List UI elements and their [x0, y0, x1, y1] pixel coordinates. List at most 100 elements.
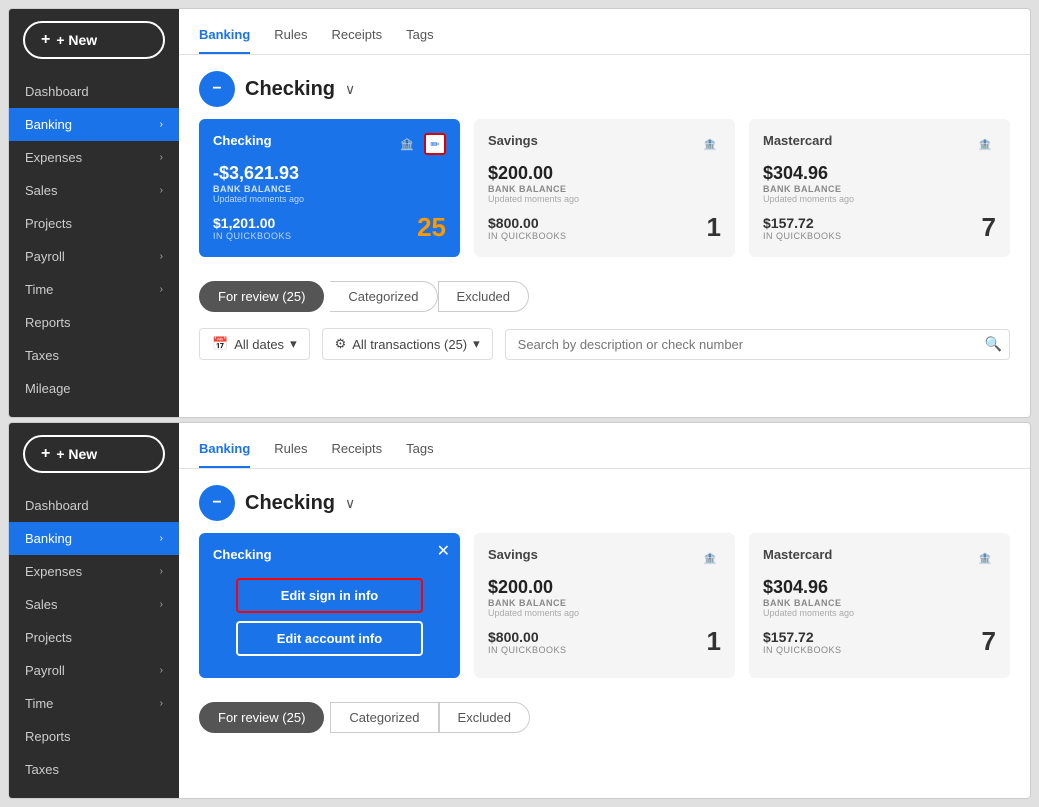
card-savings-iq-label: IN QUICKBOOKS — [488, 231, 567, 241]
card2-savings-count: 1 — [707, 626, 721, 657]
account-chevron-icon[interactable]: ∨ — [345, 81, 355, 98]
bank-icon-btn[interactable]: 🏦 — [396, 133, 418, 155]
tab-banking[interactable]: Banking — [199, 21, 250, 54]
edit-icon-btn[interactable]: ✏ — [424, 133, 446, 155]
sidebar-label-mileage: Mileage — [25, 381, 71, 396]
card-checking-iq-label: IN QUICKBOOKS — [213, 231, 292, 241]
sidebar2-item-time[interactable]: Time › — [9, 687, 179, 720]
card-mastercard-bottom: $157.72 IN QUICKBOOKS 7 — [763, 212, 996, 243]
search-input-wrap: 🔍 — [505, 329, 1010, 360]
bank-icon-btn-savings[interactable]: 🏦 — [699, 133, 721, 155]
sidebar-label-dashboard: Dashboard — [25, 84, 89, 99]
search-input[interactable] — [505, 329, 1010, 360]
card-mastercard-balance: $304.96 — [763, 163, 854, 184]
main-tabs-2: Banking Rules Receipts Tags — [179, 423, 1030, 469]
chevron-right-icon: › — [160, 185, 163, 196]
sidebar2-item-reports[interactable]: Reports — [9, 720, 179, 753]
card2-mastercard-balance-label: BANK BALANCE — [763, 598, 854, 608]
filter-tab-excluded[interactable]: Excluded — [438, 281, 529, 312]
sidebar-item-dashboard[interactable]: Dashboard — [9, 75, 179, 108]
sidebar2-item-sales[interactable]: Sales › — [9, 588, 179, 621]
sidebar2-label-projects: Projects — [25, 630, 72, 645]
cards-row-2: ✕ Checking Edit sign in info Edit accoun… — [179, 533, 1030, 694]
filter2-tab-excluded[interactable]: Excluded — [439, 702, 530, 733]
tab-tags[interactable]: Tags — [406, 21, 433, 54]
sidebar-label-reports: Reports — [25, 315, 71, 330]
bank-icon-btn-mastercard[interactable]: 🏦 — [974, 133, 996, 155]
card-checking-iq: $1,201.00 — [213, 215, 292, 231]
sidebar2-label-reports: Reports — [25, 729, 71, 744]
filter-tab-categorized[interactable]: Categorized — [330, 281, 437, 312]
sidebar-item-taxes[interactable]: Taxes — [9, 339, 179, 372]
card2-savings-balance-row: $200.00 BANK BALANCE Updated moments ago — [488, 569, 721, 618]
account-chevron-icon-2[interactable]: ∨ — [345, 495, 355, 512]
account-icon-2: − — [199, 485, 235, 521]
search-row-1: 📅 All dates ▾ ⚙ All transactions (25) ▾ … — [179, 320, 1030, 376]
card2-savings-iq-left: $800.00 IN QUICKBOOKS — [488, 629, 567, 655]
sidebar-label-projects: Projects — [25, 216, 72, 231]
edit-account-button[interactable]: Edit account info — [236, 621, 422, 656]
transactions-dropdown[interactable]: ⚙ All transactions (25) ▾ — [322, 328, 493, 360]
sidebar-item-expenses[interactable]: Expenses › — [9, 141, 179, 174]
account-icon-1: − — [199, 71, 235, 107]
main-content-1: Banking Rules Receipts Tags − Checking ∨… — [179, 9, 1030, 417]
sidebar-item-payroll[interactable]: Payroll › — [9, 240, 179, 273]
sidebar-item-banking[interactable]: Banking › — [9, 108, 179, 141]
sidebar2-item-projects[interactable]: Projects — [9, 621, 179, 654]
sidebar-label-time: Time — [25, 282, 53, 297]
filter2-tab-categorized[interactable]: Categorized — [330, 702, 438, 733]
filter-tabs-2: For review (25) Categorized Excluded — [179, 694, 1030, 741]
account-header-2: − Checking ∨ — [179, 469, 1030, 533]
card-checking-icons: 🏦 ✏ — [396, 133, 446, 155]
sidebar2-item-banking[interactable]: Banking › — [9, 522, 179, 555]
new-button-2[interactable]: + + New — [23, 435, 165, 473]
edit-signin-button[interactable]: Edit sign in info — [236, 578, 422, 613]
filter-icon: ⚙ — [335, 336, 347, 352]
sidebar-item-reports[interactable]: Reports — [9, 306, 179, 339]
tab2-receipts[interactable]: Receipts — [332, 435, 383, 468]
chevron-right-icon-5: › — [160, 665, 163, 676]
sidebar2-item-dashboard[interactable]: Dashboard — [9, 489, 179, 522]
sidebar-item-sales[interactable]: Sales › — [9, 174, 179, 207]
account-title-2: Checking — [245, 492, 335, 515]
search-button[interactable]: 🔍 — [985, 336, 1002, 353]
bank-icon-btn-mastercard2[interactable]: 🏦 — [974, 547, 996, 569]
popup-close-button[interactable]: ✕ — [437, 541, 450, 561]
plus-icon-2: + — [41, 445, 50, 463]
filter2-tab-review[interactable]: For review (25) — [199, 702, 324, 733]
tab-rules[interactable]: Rules — [274, 21, 307, 54]
card-savings: Savings 🏦 $200.00 BANK BALANCE Updated m… — [474, 119, 735, 257]
new-button-1[interactable]: + + New — [23, 21, 165, 59]
card2-mastercard-name: Mastercard — [763, 547, 832, 562]
date-dropdown[interactable]: 📅 All dates ▾ — [199, 328, 310, 360]
transactions-label: All transactions (25) — [352, 337, 467, 352]
card-savings-count: 1 — [707, 212, 721, 243]
sidebar-item-time[interactable]: Time › — [9, 273, 179, 306]
card-mastercard-iq-label: IN QUICKBOOKS — [763, 231, 842, 241]
sidebar2-label-payroll: Payroll — [25, 663, 65, 678]
bank-icon-btn-savings2[interactable]: 🏦 — [699, 547, 721, 569]
sidebar-item-mileage[interactable]: Mileage — [9, 372, 179, 405]
tab2-tags[interactable]: Tags — [406, 435, 433, 468]
cards-row-1: Checking 🏦 ✏ -$3,621.93 BANK BALANCE Upd… — [179, 119, 1030, 273]
tab-receipts[interactable]: Receipts — [332, 21, 383, 54]
card-checking-count: 25 — [417, 212, 446, 243]
date-label: All dates — [234, 337, 284, 352]
card-checking-top: Checking 🏦 ✏ — [213, 133, 446, 155]
card2-savings-balance-label: BANK BALANCE — [488, 598, 579, 608]
filter-tab-review[interactable]: For review (25) — [199, 281, 324, 312]
sidebar2-item-expenses[interactable]: Expenses › — [9, 555, 179, 588]
sidebar-item-projects[interactable]: Projects — [9, 207, 179, 240]
sidebar2-item-payroll[interactable]: Payroll › — [9, 654, 179, 687]
card-checking-iq-left: $1,201.00 IN QUICKBOOKS — [213, 215, 292, 241]
sidebar2-item-taxes[interactable]: Taxes — [9, 753, 179, 786]
chevron-down-icon: ▾ — [290, 336, 297, 352]
filter-tabs-1: For review (25) Categorized Excluded — [179, 273, 1030, 320]
tab2-rules[interactable]: Rules — [274, 435, 307, 468]
card-savings-balance-row: $200.00 BANK BALANCE Updated moments ago — [488, 155, 721, 204]
card2-savings-top: Savings 🏦 — [488, 547, 721, 569]
tab2-banking[interactable]: Banking — [199, 435, 250, 468]
card-mastercard-left: $304.96 BANK BALANCE Updated moments ago — [763, 155, 854, 204]
chevron-right-icon-2: › — [160, 533, 163, 544]
card-savings-left: $200.00 BANK BALANCE Updated moments ago — [488, 155, 579, 204]
